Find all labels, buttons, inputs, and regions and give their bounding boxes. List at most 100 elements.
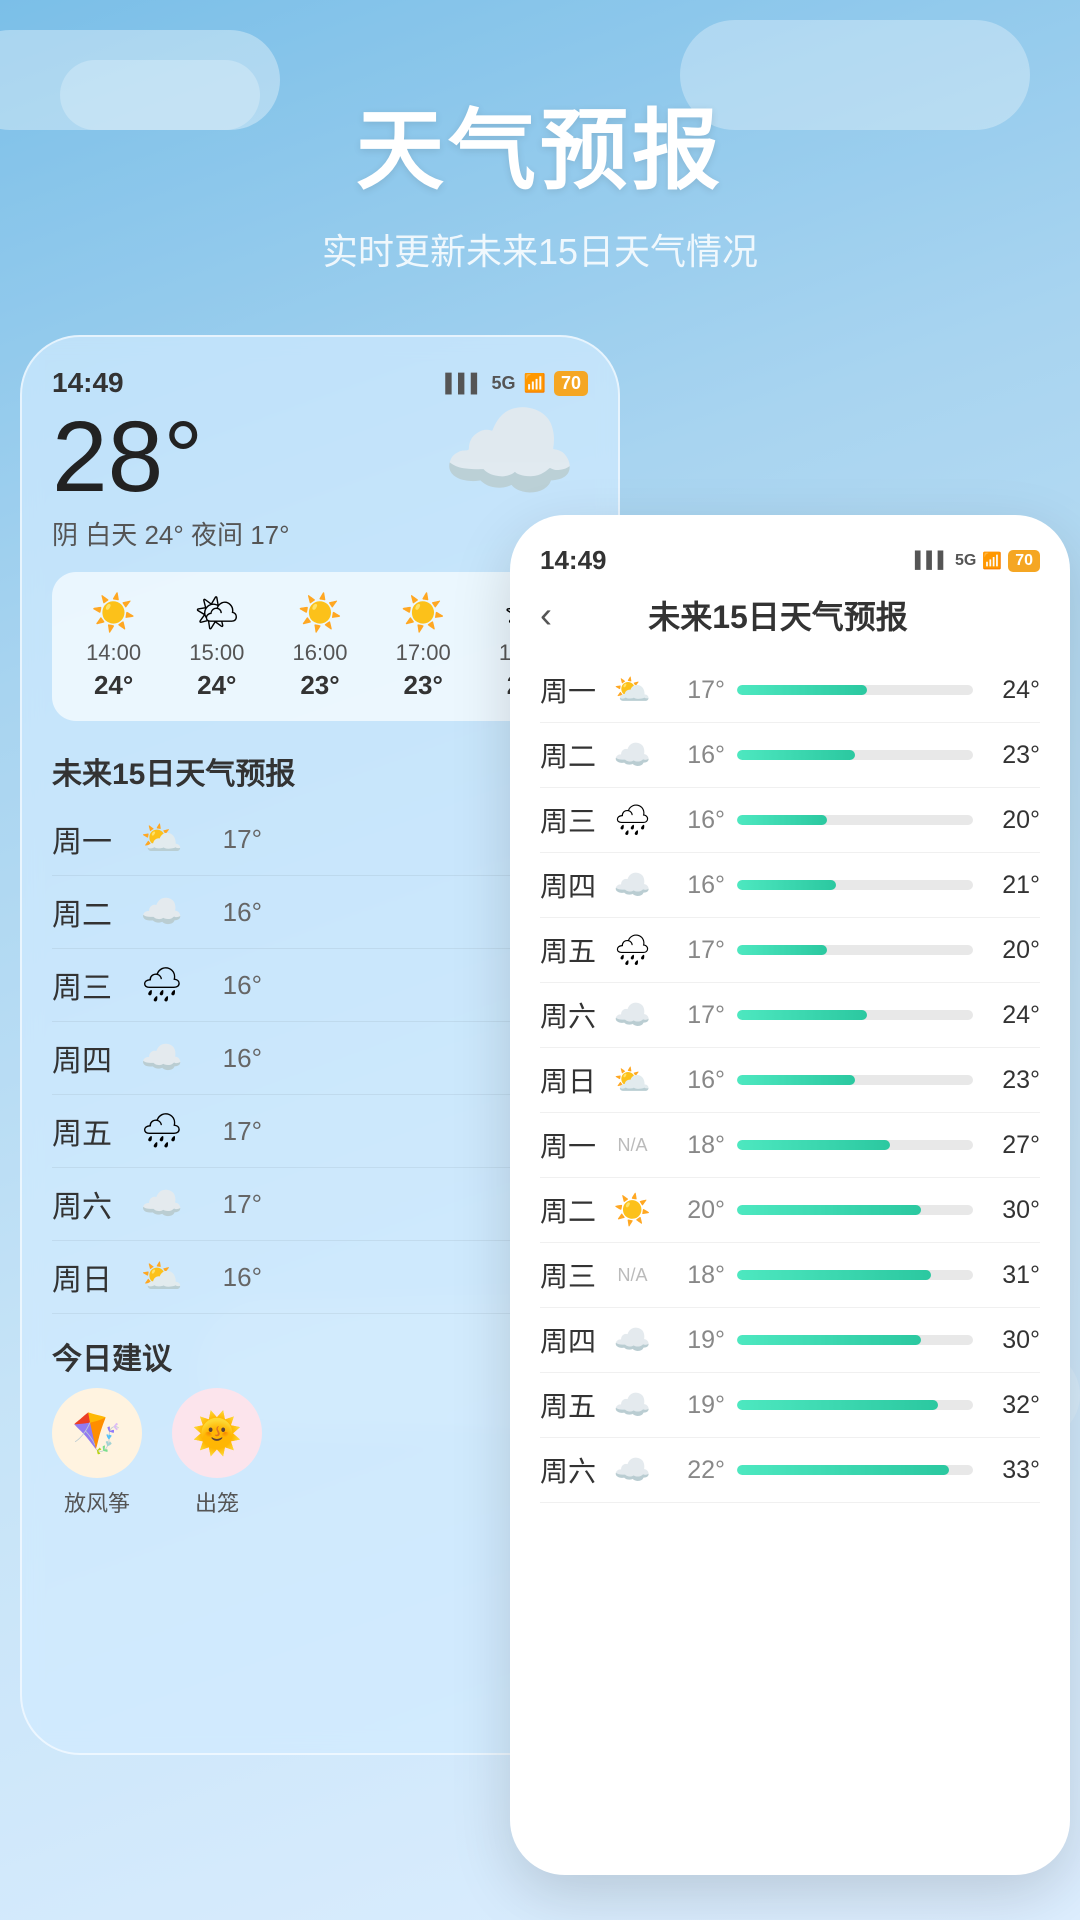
forecast-day-l0: 周一	[52, 817, 132, 861]
fr-icon-8: ☀️	[605, 1193, 660, 1228]
fr-row-6: 周日 ⛅ 16° 23°	[540, 1048, 1040, 1113]
fr-high-12: 33°	[985, 1456, 1040, 1485]
cloud-decoration: ☁️	[441, 387, 578, 516]
fr-row-3: 周四 ☁️ 16° 21°	[540, 853, 1040, 918]
forecast-low-l1: 16°	[192, 897, 262, 928]
fr-bar-fill-8	[737, 1205, 921, 1215]
fr-low-7: 18°	[660, 1131, 725, 1160]
fr-day-8: 周二	[540, 1190, 605, 1230]
fr-bar-3	[737, 880, 973, 890]
forecast-list-right: 周一 ⛅ 17° 24° 周二 ☁️ 16° 23°	[540, 658, 1040, 1503]
fr-bar-fill-6	[737, 1075, 855, 1085]
fr-bar-12	[737, 1465, 973, 1475]
fr-bar-10	[737, 1335, 973, 1345]
forecast-day-l2: 周三	[52, 963, 132, 1007]
fr-bar-7	[737, 1140, 973, 1150]
fr-bar-fill-11	[737, 1400, 938, 1410]
fr-bar-4	[737, 945, 973, 955]
forecast-icon-l6: ⛅	[132, 1257, 192, 1297]
fr-day-10: 周四	[540, 1320, 605, 1360]
fr-bar-2	[737, 815, 973, 825]
suggestion-kite-icon: 🪁	[52, 1388, 142, 1478]
hourly-time-3: 17:00	[372, 640, 475, 666]
fr-bar-fill-2	[737, 815, 827, 825]
fr-day-9: 周三	[540, 1255, 605, 1295]
fr-low-5: 17°	[660, 1001, 725, 1030]
hourly-time-1: 15:00	[165, 640, 268, 666]
suggestion-kite: 🪁 放风筝	[52, 1388, 142, 1518]
fr-day-2: 周三	[540, 800, 605, 840]
forecast-day-l1: 周二	[52, 890, 132, 934]
current-weather-left: 28° ☁️	[52, 407, 588, 507]
wifi-right-icon: 📶	[982, 551, 1002, 571]
forecast-day-l4: 周五	[52, 1109, 132, 1153]
forecast-row-left-1: 周二 ☁️ 16°	[52, 876, 588, 949]
phones-container: 14:49 ▌▌▌ 5G 📶 70 28° ☁️ 阴 白天 24° 夜间 17°…	[0, 335, 1080, 1835]
fr-low-9: 18°	[660, 1261, 725, 1290]
hourly-temp-3: 23°	[372, 670, 475, 701]
fr-row-10: 周四 ☁️ 19° 30°	[540, 1308, 1040, 1373]
app-header: 天气预报 实时更新未来15日天气情况	[0, 0, 1080, 315]
fr-bar-9	[737, 1270, 973, 1280]
fr-bar-11	[737, 1400, 973, 1410]
phone-right: 14:49 ▌▌▌ 5G 📶 70 ‹ 未来15日天气预报 周一 ⛅	[510, 515, 1070, 1875]
forecast-low-l6: 16°	[192, 1262, 262, 1293]
fr-low-0: 17°	[660, 676, 725, 705]
fr-icon-6: ⛅	[605, 1063, 660, 1098]
forecast-icon-l3: ☁️	[132, 1038, 192, 1078]
fr-row-11: 周五 ☁️ 19° 32°	[540, 1373, 1040, 1438]
fr-high-11: 32°	[985, 1391, 1040, 1420]
fr-bar-fill-7	[737, 1140, 890, 1150]
forecast-low-l3: 16°	[192, 1043, 262, 1074]
fr-low-12: 22°	[660, 1456, 725, 1485]
fr-icon-0: ⛅	[605, 673, 660, 708]
fr-bar-fill-9	[737, 1270, 931, 1280]
fr-day-6: 周日	[540, 1060, 605, 1100]
fr-bar-fill-3	[737, 880, 836, 890]
fr-icon-5: ☁️	[605, 998, 660, 1033]
forecast-icon-l5: ☁️	[132, 1184, 192, 1224]
forecast-icon-l2: 🌧	[132, 965, 192, 1005]
app-subtitle: 实时更新未来15日天气情况	[0, 223, 1080, 275]
fr-high-8: 30°	[985, 1196, 1040, 1225]
suggestion-sun: 🌞 出笼	[172, 1388, 262, 1518]
fr-day-7: 周一	[540, 1125, 605, 1165]
fr-high-5: 24°	[985, 1001, 1040, 1030]
fr-low-3: 16°	[660, 871, 725, 900]
fr-row-9: 周三 N/A 18° 31°	[540, 1243, 1040, 1308]
hourly-item-3: ☀️ 17:00 23°	[372, 592, 475, 701]
suggestion-sun-label: 出笼	[172, 1486, 262, 1518]
forecast-day-l6: 周日	[52, 1255, 132, 1299]
fr-bar-fill-4	[737, 945, 827, 955]
fr-day-3: 周四	[540, 865, 605, 905]
status-icons-right: ▌▌▌ 5G 📶 70	[915, 550, 1040, 572]
hourly-item-0: ☀️ 14:00 24°	[62, 592, 165, 701]
fr-low-4: 17°	[660, 936, 725, 965]
forecast-icon-l0: ⛅	[132, 819, 192, 859]
fr-bar-0	[737, 685, 973, 695]
fr-high-9: 31°	[985, 1261, 1040, 1290]
hourly-time-0: 14:00	[62, 640, 165, 666]
fr-day-11: 周五	[540, 1385, 605, 1425]
back-button[interactable]: ‹	[540, 594, 552, 636]
hourly-icon-3: ☀️	[372, 592, 475, 634]
fr-bar-8	[737, 1205, 973, 1215]
fr-bar-fill-12	[737, 1465, 949, 1475]
fr-day-5: 周六	[540, 995, 605, 1035]
fr-icon-3: ☁️	[605, 868, 660, 903]
forecast-low-l4: 17°	[192, 1116, 262, 1147]
fr-row-5: 周六 ☁️ 17° 24°	[540, 983, 1040, 1048]
hourly-temp-2: 23°	[268, 670, 371, 701]
fr-high-2: 20°	[985, 806, 1040, 835]
fr-high-10: 30°	[985, 1326, 1040, 1355]
fr-icon-1: ☁️	[605, 738, 660, 773]
hourly-strip: ☀️ 14:00 24° 🌤 15:00 24° ☀️ 16:00 23° ☀️…	[52, 572, 588, 721]
5g-right-badge: 5G	[955, 552, 976, 570]
fr-row-2: 周三 🌧 16° 20°	[540, 788, 1040, 853]
forecast-icon-l4: 🌧	[132, 1111, 192, 1151]
forecast-title-left: 未来15日天气预报	[52, 749, 588, 793]
forecast-day-l3: 周四	[52, 1036, 132, 1080]
forecast-row-left-5: 周六 ☁️ 17°	[52, 1168, 588, 1241]
forecast-list-left: 周一 ⛅ 17° 周二 ☁️ 16° 周三 🌧 16° 周四 ☁️ 1	[52, 803, 588, 1314]
temp-description: 阴 白天 24° 夜间 17°	[52, 515, 588, 552]
